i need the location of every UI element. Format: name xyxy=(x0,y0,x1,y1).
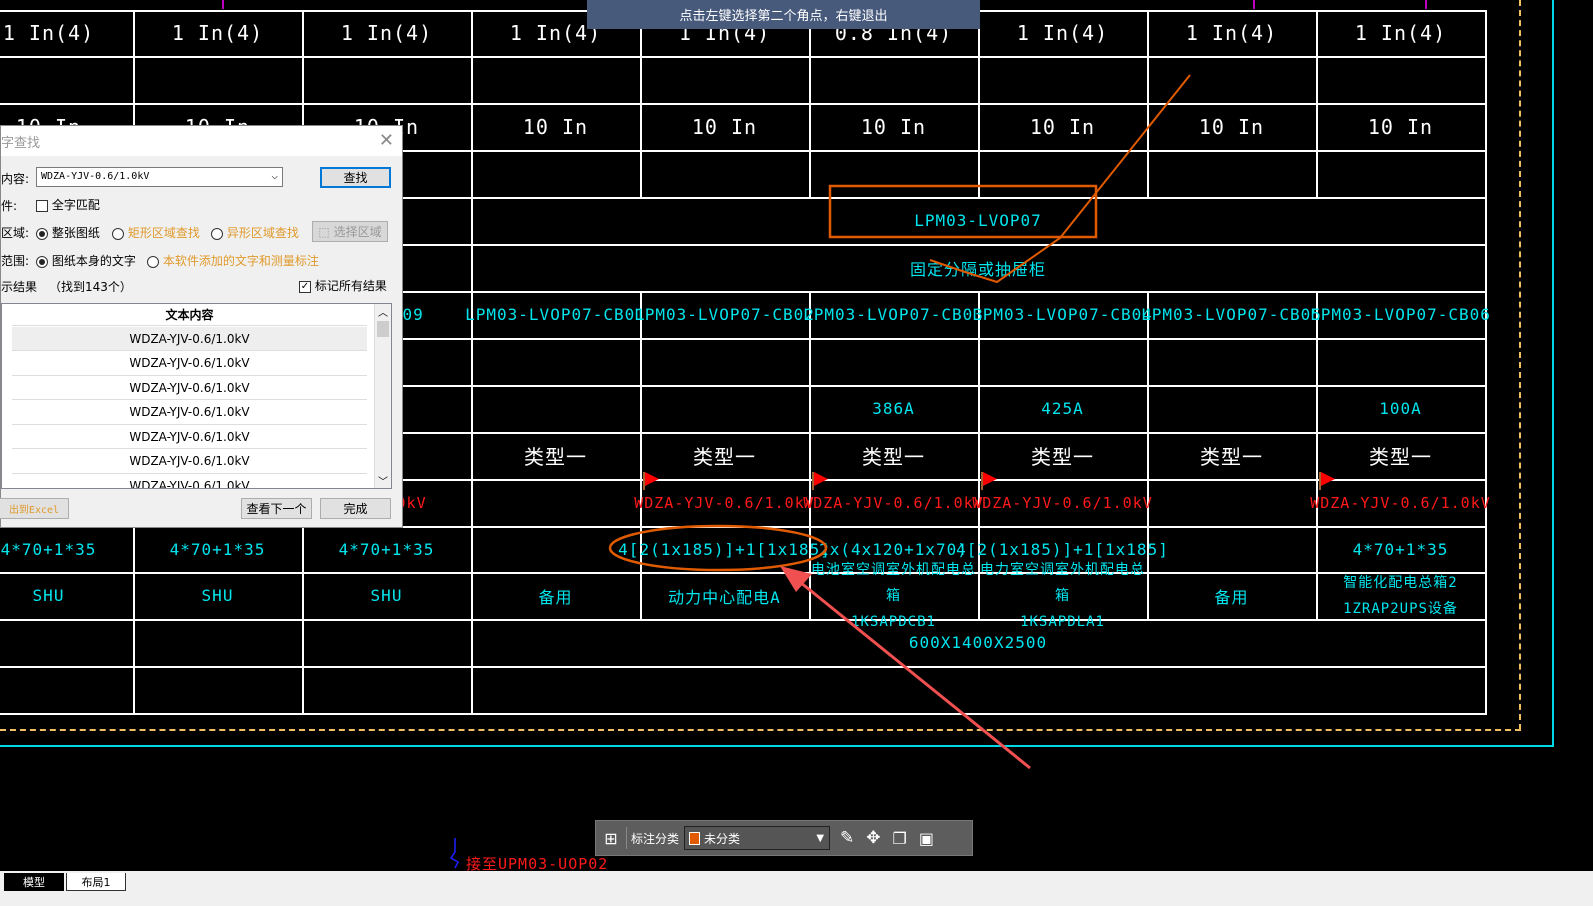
condition-label: 件: xyxy=(1,199,18,213)
move-icon[interactable]: ✥ xyxy=(866,828,880,848)
option-label: 图纸本身的文字 xyxy=(51,254,136,268)
whole-word-checkbox[interactable]: 全字匹配 xyxy=(36,196,100,213)
column-header: 文本内容 xyxy=(12,304,367,326)
result-row[interactable]: WDZA-YJV-0.6/1.0kV xyxy=(12,425,367,449)
search-content-input[interactable]: WDZA-YJV-0.6/1.0kV ⌵ xyxy=(36,167,283,187)
option-label: 整张图纸 xyxy=(51,226,100,240)
prompt-toast: 点击左键选择第二个角点，右键退出 xyxy=(587,0,980,29)
find-button[interactable]: 查找 xyxy=(320,167,391,188)
annotation-category-label: 标注分类 xyxy=(631,831,680,846)
tab-model[interactable]: 模型 xyxy=(4,873,64,891)
category-value: 未分类 xyxy=(704,831,741,846)
caret-down-icon: ▼ xyxy=(816,832,825,844)
area-option-irregular[interactable]: 异形区域查找 xyxy=(211,224,299,241)
option-label: 本软件添加的文字和测量标注 xyxy=(162,254,319,268)
grid-icon[interactable]: ⊞ xyxy=(596,829,626,848)
option-label: 异形区域查找 xyxy=(226,226,299,240)
option-label: 矩形区域查找 xyxy=(127,226,200,240)
edit-icon[interactable]: ✎ xyxy=(840,828,854,848)
markup-callout-line xyxy=(929,74,1191,284)
copy-icon[interactable]: ❐ xyxy=(893,829,907,848)
scroll-thumb[interactable] xyxy=(377,321,389,337)
category-select[interactable]: 未分类 ▼ xyxy=(684,826,831,850)
area-label: 区域: xyxy=(1,226,30,240)
content-label: 内容: xyxy=(1,172,30,186)
mark-all-label: 标记所有结果 xyxy=(314,279,387,293)
paste-icon[interactable]: ▣ xyxy=(919,829,934,848)
scroll-up-icon[interactable]: ︿ xyxy=(375,304,391,319)
dialog-title: 字查找 xyxy=(1,126,402,156)
close-icon[interactable]: ✕ xyxy=(379,130,394,151)
markup-arrow xyxy=(794,576,1031,770)
layout-tab-bar: 模型 布局1 xyxy=(0,871,1593,906)
select-area-icon: ⬚ xyxy=(318,224,330,239)
results-label: 示结果 xyxy=(1,280,38,294)
scope-option-drawing[interactable]: 图纸本身的文字 xyxy=(36,252,136,269)
scope-option-added[interactable]: 本软件添加的文字和测量标注 xyxy=(147,252,319,269)
scope-label: 范围: xyxy=(1,254,30,268)
markup-ellipse xyxy=(608,524,828,572)
area-option-rect[interactable]: 矩形区域查找 xyxy=(112,224,200,241)
select-area-button[interactable]: ⬚ 选择区域 xyxy=(312,221,388,242)
result-row[interactable]: WDZA-YJV-0.6/1.0kV xyxy=(12,450,367,474)
checkbox[interactable] xyxy=(36,199,48,212)
text-search-dialog: 字查找 ✕ 内容: WDZA-YJV-0.6/1.0kV ⌵ 查找 件: 全字匹配… xyxy=(0,125,403,528)
category-color-swatch xyxy=(689,831,701,845)
select-area-label: 选择区域 xyxy=(333,225,382,239)
search-content-value: WDZA-YJV-0.6/1.0kV xyxy=(41,171,150,182)
next-result-button[interactable]: 查看下一个 xyxy=(241,498,312,519)
result-row[interactable]: WDZA-YJV-0.6/1.0kV xyxy=(12,474,367,489)
result-row[interactable]: WDZA-YJV-0.6/1.0kV xyxy=(12,327,367,351)
leader-line xyxy=(449,838,459,869)
tab-layout1[interactable]: 布局1 xyxy=(66,873,126,891)
whole-word-label: 全字匹配 xyxy=(51,198,100,212)
results-count: （找到143个） xyxy=(49,280,132,294)
result-row[interactable]: WDZA-YJV-0.6/1.0kV xyxy=(12,376,367,400)
area-option-whole[interactable]: 整张图纸 xyxy=(36,224,100,241)
annotation-toolbar: ⊞ 标注分类 未分类 ▼ ✎ ✥ ❐ ▣ xyxy=(595,820,973,856)
result-row[interactable]: WDZA-YJV-0.6/1.0kV xyxy=(12,352,367,376)
export-excel-button[interactable]: 出到Excel xyxy=(0,498,69,519)
results-table: 文本内容 WDZA-YJV-0.6/1.0kV WDZA-YJV-0.6/1.0k… xyxy=(1,303,392,489)
checkbox-checked[interactable]: ✓ xyxy=(299,280,311,293)
done-button[interactable]: 完成 xyxy=(320,498,391,519)
result-row[interactable]: WDZA-YJV-0.6/1.0kV xyxy=(12,401,367,425)
markup-rectangle xyxy=(828,184,1098,239)
scroll-down-icon[interactable]: ﹀ xyxy=(375,473,391,488)
scrollbar[interactable]: ︿ ﹀ xyxy=(374,304,391,488)
chevron-down-icon[interactable]: ⌵ xyxy=(271,169,278,182)
mark-all-checkbox[interactable]: ✓ 标记所有结果 xyxy=(299,277,387,294)
